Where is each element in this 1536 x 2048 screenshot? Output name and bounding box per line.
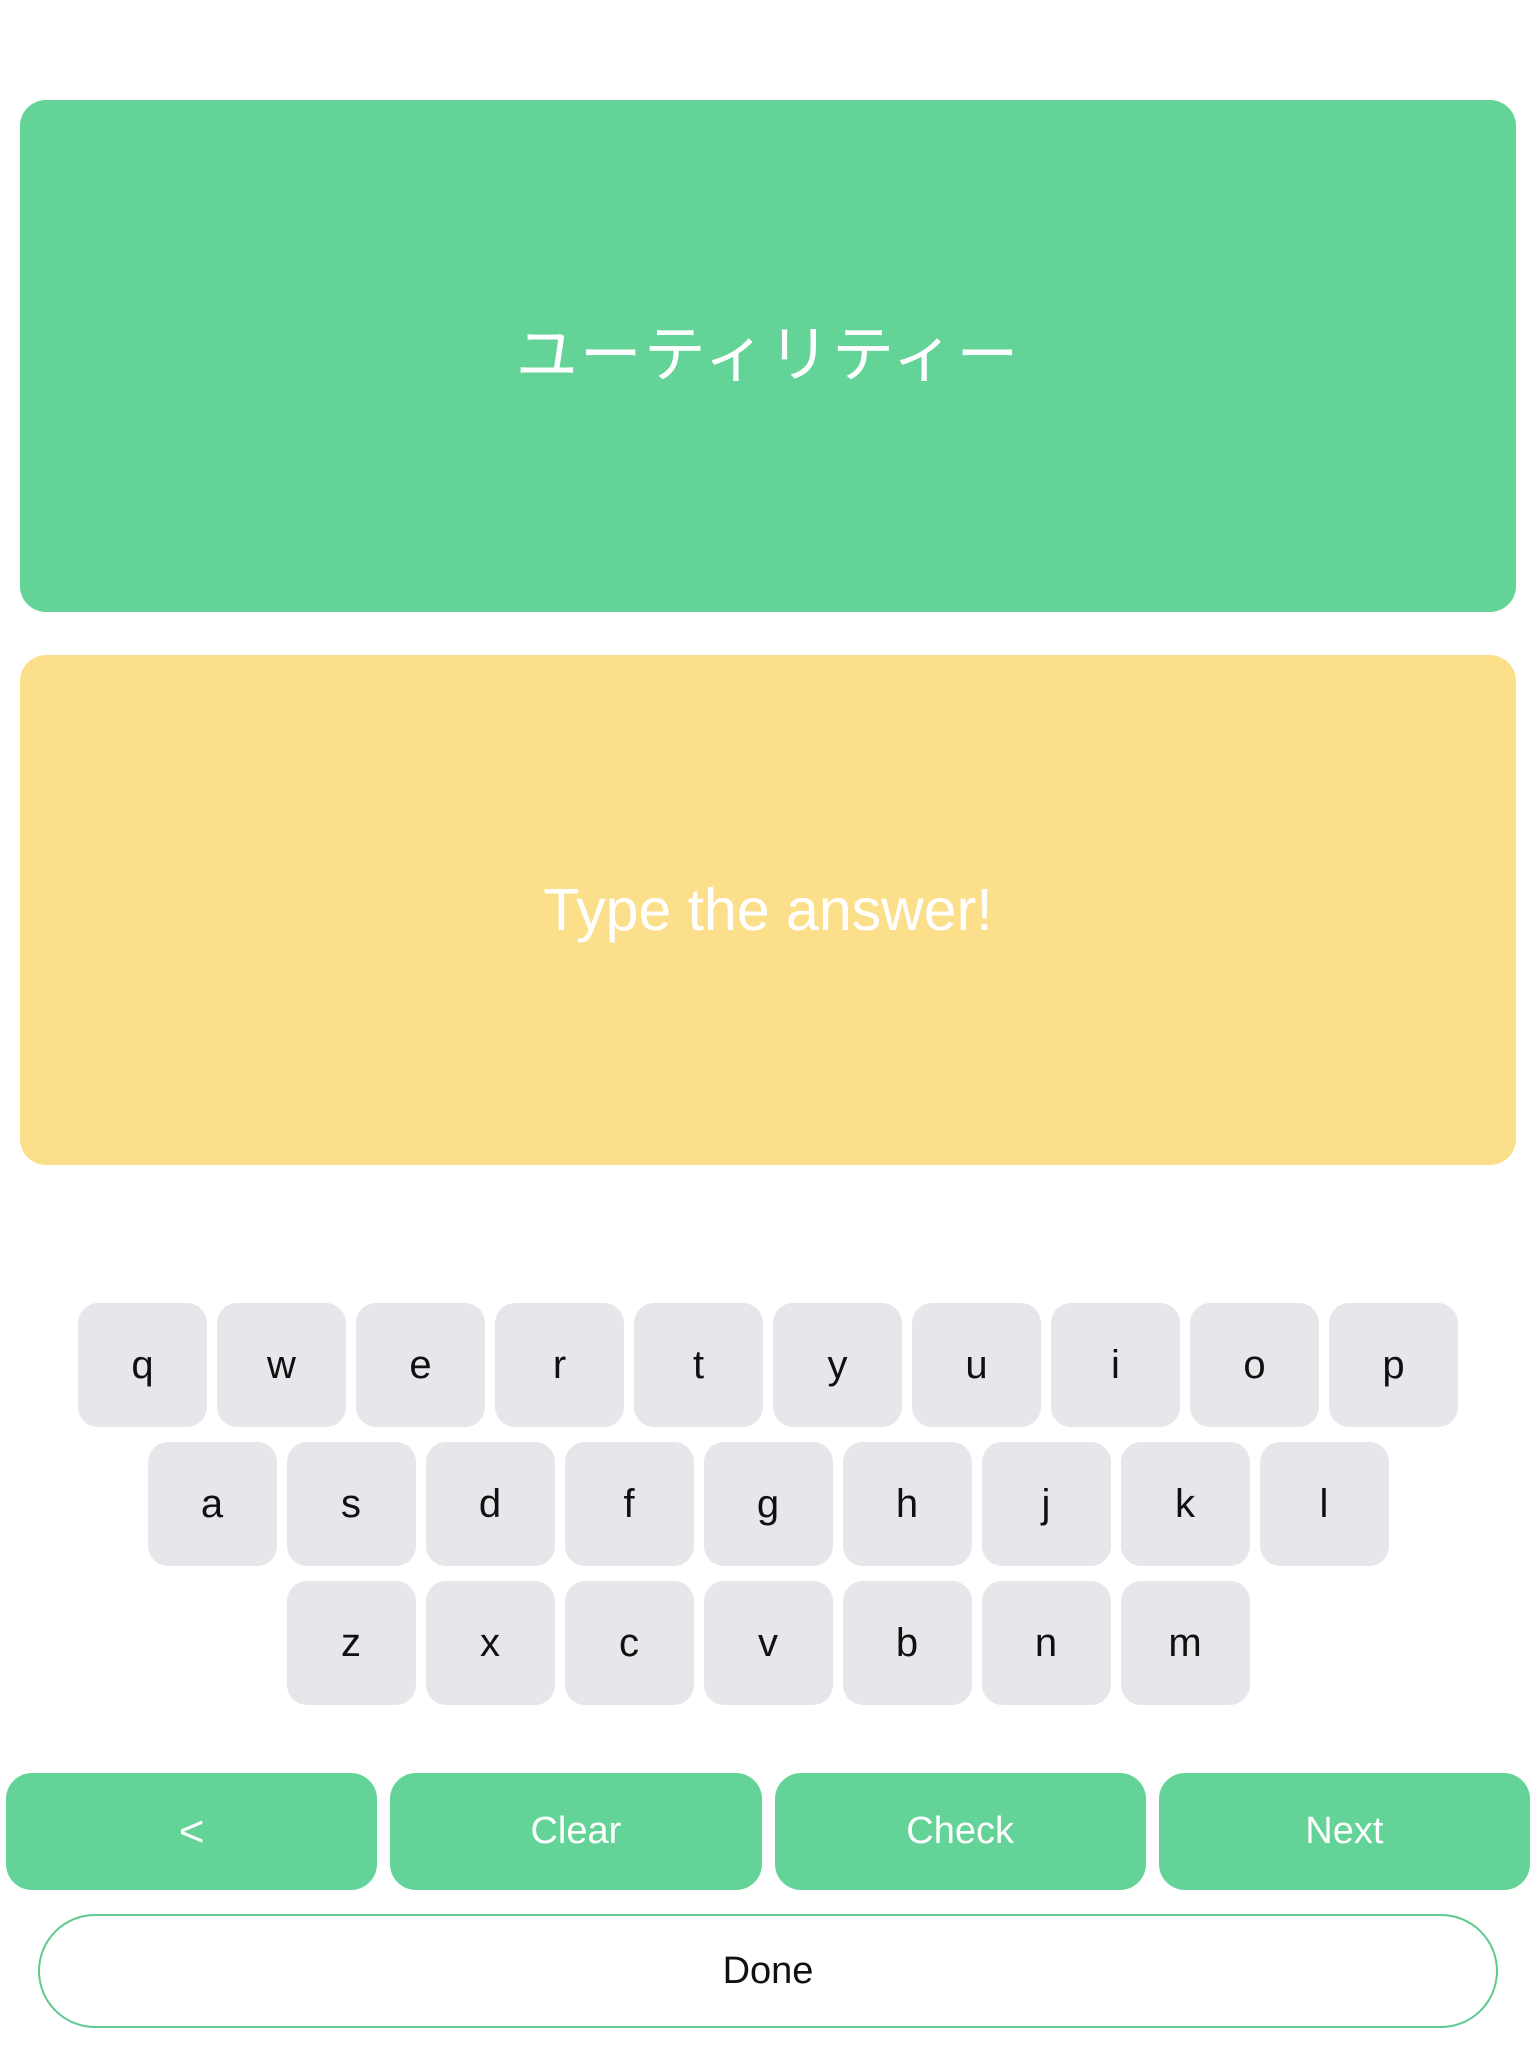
key-v[interactable]: v bbox=[703, 1581, 833, 1705]
answer-input-card[interactable]: Type the answer! bbox=[20, 655, 1516, 1165]
key-i[interactable]: i bbox=[1051, 1303, 1180, 1427]
key-j[interactable]: j bbox=[981, 1442, 1111, 1566]
key-y[interactable]: y bbox=[773, 1303, 902, 1427]
key-g[interactable]: g bbox=[703, 1442, 833, 1566]
done-button[interactable]: Done bbox=[38, 1914, 1498, 2028]
keyboard-row-3: zxcvbnm bbox=[0, 1581, 1536, 1705]
key-e[interactable]: e bbox=[356, 1303, 485, 1427]
check-button[interactable]: Check bbox=[774, 1773, 1146, 1890]
key-h[interactable]: h bbox=[842, 1442, 972, 1566]
key-q[interactable]: q bbox=[78, 1303, 207, 1427]
key-b[interactable]: b bbox=[842, 1581, 972, 1705]
key-d[interactable]: d bbox=[425, 1442, 555, 1566]
key-c[interactable]: c bbox=[564, 1581, 694, 1705]
key-t[interactable]: t bbox=[634, 1303, 763, 1427]
key-f[interactable]: f bbox=[564, 1442, 694, 1566]
next-button[interactable]: Next bbox=[1158, 1773, 1530, 1890]
keyboard-row-1: qwertyuiop bbox=[0, 1303, 1536, 1427]
on-screen-keyboard: qwertyuiop asdfghjkl zxcvbnm bbox=[0, 1303, 1536, 1720]
prompt-text: ユーティリティー bbox=[515, 320, 1021, 390]
key-a[interactable]: a bbox=[147, 1442, 277, 1566]
key-m[interactable]: m bbox=[1120, 1581, 1250, 1705]
prompt-card: ユーティリティー bbox=[20, 100, 1516, 612]
clear-button[interactable]: Clear bbox=[390, 1773, 762, 1890]
key-z[interactable]: z bbox=[286, 1581, 416, 1705]
action-button-bar: < Clear Check Next bbox=[0, 1773, 1536, 1890]
key-x[interactable]: x bbox=[425, 1581, 555, 1705]
back-button[interactable]: < bbox=[6, 1773, 378, 1890]
key-u[interactable]: u bbox=[912, 1303, 1041, 1427]
key-o[interactable]: o bbox=[1190, 1303, 1319, 1427]
key-n[interactable]: n bbox=[981, 1581, 1111, 1705]
key-l[interactable]: l bbox=[1259, 1442, 1389, 1566]
keyboard-row-2: asdfghjkl bbox=[0, 1442, 1536, 1566]
key-w[interactable]: w bbox=[217, 1303, 346, 1427]
answer-placeholder-text: Type the answer! bbox=[543, 876, 993, 943]
key-p[interactable]: p bbox=[1329, 1303, 1458, 1427]
key-r[interactable]: r bbox=[495, 1303, 624, 1427]
key-k[interactable]: k bbox=[1120, 1442, 1250, 1566]
key-s[interactable]: s bbox=[286, 1442, 416, 1566]
